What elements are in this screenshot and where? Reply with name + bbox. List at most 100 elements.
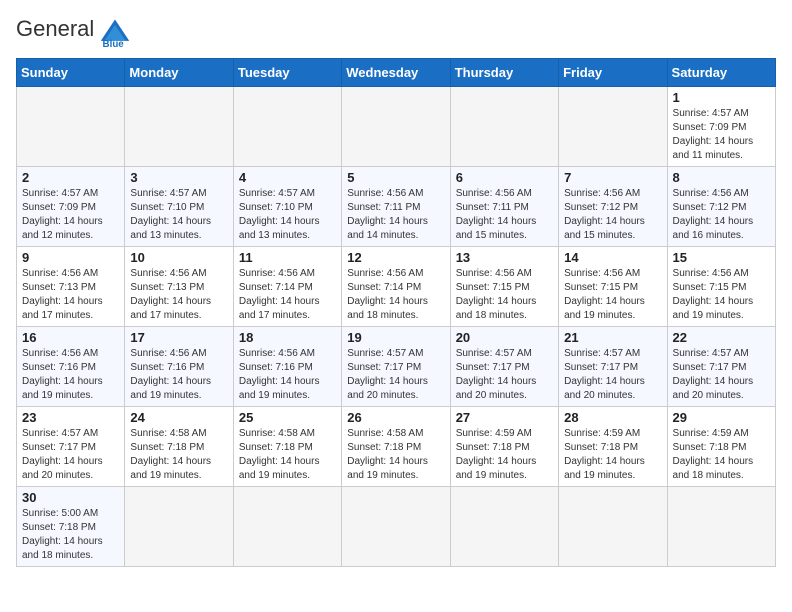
calendar-cell: 27Sunrise: 4:59 AMSunset: 7:18 PMDayligh… (450, 407, 558, 487)
calendar-cell: 5 Sunrise: 4:56 AMSunset: 7:11 PMDaylight… (342, 167, 450, 247)
day-number: 23 (22, 410, 119, 425)
day-info: Sunrise: 4:57 AMSunset: 7:17 PMDaylight:… (347, 347, 444, 403)
day-info: Sunrise: 4:56 AMSunset: 7:14 PMDaylight:… (239, 267, 336, 323)
calendar-cell (450, 87, 558, 167)
day-number: 22 (673, 330, 770, 345)
day-info: Sunrise: 4:56 AMSunset: 7:12 PMDaylight:… (564, 187, 661, 243)
day-info: Sunrise: 4:56 AMSunset: 7:16 PMDaylight:… (239, 347, 336, 403)
day-info: Sunrise: 4:57 AMSunset: 7:17 PMDaylight:… (456, 347, 553, 403)
calendar-cell: 1Sunrise: 4:57 AMSunset: 7:09 PMDaylight… (667, 87, 775, 167)
day-info: Sunrise: 4:57 AMSunset: 7:17 PMDaylight:… (564, 347, 661, 403)
day-info: Sunrise: 4:57 AMSunset: 7:17 PMDaylight:… (673, 347, 770, 403)
calendar-cell (17, 87, 125, 167)
day-info: Sunrise: 4:57 AMSunset: 7:17 PMDaylight:… (22, 427, 119, 483)
day-info: Sunrise: 4:58 AMSunset: 7:18 PMDaylight:… (239, 427, 336, 483)
calendar-cell: 6Sunrise: 4:56 AMSunset: 7:11 PMDaylight… (450, 167, 558, 247)
calendar-cell: 13Sunrise: 4:56 AMSunset: 7:15 PMDayligh… (450, 247, 558, 327)
day-info: Sunrise: 4:57 AMSunset: 7:10 PMDaylight:… (130, 187, 227, 243)
day-info: Sunrise: 4:56 AMSunset: 7:12 PMDaylight:… (673, 187, 770, 243)
calendar-cell: 3Sunrise: 4:57 AMSunset: 7:10 PMDaylight… (125, 167, 233, 247)
day-info: Sunrise: 4:56 AMSunset: 7:15 PMDaylight:… (673, 267, 770, 323)
day-info: Sunrise: 4:57 AMSunset: 7:09 PMDaylight:… (22, 187, 119, 243)
day-number: 1 (673, 90, 770, 105)
calendar-cell: 18 Sunrise: 4:56 AMSunset: 7:16 PMDayligh… (233, 327, 341, 407)
calendar-cell (559, 487, 667, 567)
calendar-cell: 24Sunrise: 4:58 AMSunset: 7:18 PMDayligh… (125, 407, 233, 487)
calendar-week-4: 16 Sunrise: 4:56 AMSunset: 7:16 PMDayligh… (17, 327, 776, 407)
day-number: 13 (456, 250, 553, 265)
calendar-cell: 8 Sunrise: 4:56 AMSunset: 7:12 PMDaylight… (667, 167, 775, 247)
calendar-cell: 28 Sunrise: 4:59 AMSunset: 7:18 PMDayligh… (559, 407, 667, 487)
weekday-sunday: Sunday (17, 59, 125, 87)
day-info: Sunrise: 5:00 AMSunset: 7:18 PMDaylight:… (22, 507, 119, 563)
calendar-cell (667, 487, 775, 567)
calendar-cell: 11 Sunrise: 4:56 AMSunset: 7:14 PMDayligh… (233, 247, 341, 327)
day-number: 10 (130, 250, 227, 265)
day-number: 7 (564, 170, 661, 185)
weekday-thursday: Thursday (450, 59, 558, 87)
weekday-friday: Friday (559, 59, 667, 87)
day-number: 19 (347, 330, 444, 345)
calendar-week-5: 23 Sunrise: 4:57 AMSunset: 7:17 PMDayligh… (17, 407, 776, 487)
logo-icon: Blue (99, 16, 131, 48)
day-number: 18 (239, 330, 336, 345)
calendar-table: SundayMondayTuesdayWednesdayThursdayFrid… (16, 58, 776, 567)
day-number: 14 (564, 250, 661, 265)
weekday-saturday: Saturday (667, 59, 775, 87)
calendar-cell: 23 Sunrise: 4:57 AMSunset: 7:17 PMDayligh… (17, 407, 125, 487)
calendar-cell: 15 Sunrise: 4:56 AMSunset: 7:15 PMDayligh… (667, 247, 775, 327)
calendar-cell (125, 87, 233, 167)
day-info: Sunrise: 4:59 AMSunset: 7:18 PMDaylight:… (564, 427, 661, 483)
day-info: Sunrise: 4:58 AMSunset: 7:18 PMDaylight:… (347, 427, 444, 483)
calendar-week-3: 9Sunrise: 4:56 AMSunset: 7:13 PMDaylight… (17, 247, 776, 327)
day-info: Sunrise: 4:56 AMSunset: 7:16 PMDaylight:… (130, 347, 227, 403)
calendar-week-6: 30 Sunrise: 5:00 AMSunset: 7:18 PMDayligh… (17, 487, 776, 567)
calendar-cell: 10 Sunrise: 4:56 AMSunset: 7:13 PMDayligh… (125, 247, 233, 327)
calendar-cell: 22 Sunrise: 4:57 AMSunset: 7:17 PMDayligh… (667, 327, 775, 407)
day-number: 28 (564, 410, 661, 425)
calendar-cell (342, 487, 450, 567)
day-info: Sunrise: 4:56 AMSunset: 7:13 PMDaylight:… (130, 267, 227, 323)
day-number: 5 (347, 170, 444, 185)
calendar-cell: 16Sunrise: 4:56 AMSunset: 7:16 PMDayligh… (17, 327, 125, 407)
calendar-cell (233, 87, 341, 167)
calendar-cell: 26 Sunrise: 4:58 AMSunset: 7:18 PMDayligh… (342, 407, 450, 487)
day-number: 12 (347, 250, 444, 265)
day-number: 24 (130, 410, 227, 425)
logo-text: General (16, 16, 94, 41)
weekday-tuesday: Tuesday (233, 59, 341, 87)
day-number: 11 (239, 250, 336, 265)
day-number: 15 (673, 250, 770, 265)
day-info: Sunrise: 4:59 AMSunset: 7:18 PMDaylight:… (456, 427, 553, 483)
weekday-header-row: SundayMondayTuesdayWednesdayThursdayFrid… (17, 59, 776, 87)
day-number: 30 (22, 490, 119, 505)
calendar-week-1: 1Sunrise: 4:57 AMSunset: 7:09 PMDaylight… (17, 87, 776, 167)
day-number: 8 (673, 170, 770, 185)
header: General Blue (16, 16, 776, 48)
calendar-cell: 29Sunrise: 4:59 AMSunset: 7:18 PMDayligh… (667, 407, 775, 487)
day-number: 20 (456, 330, 553, 345)
calendar-cell: 7 Sunrise: 4:56 AMSunset: 7:12 PMDaylight… (559, 167, 667, 247)
day-number: 6 (456, 170, 553, 185)
calendar-cell: 12 Sunrise: 4:56 AMSunset: 7:14 PMDayligh… (342, 247, 450, 327)
day-number: 2 (22, 170, 119, 185)
day-info: Sunrise: 4:56 AMSunset: 7:13 PMDaylight:… (22, 267, 119, 323)
day-info: Sunrise: 4:56 AMSunset: 7:14 PMDaylight:… (347, 267, 444, 323)
calendar-cell: 21Sunrise: 4:57 AMSunset: 7:17 PMDayligh… (559, 327, 667, 407)
day-number: 25 (239, 410, 336, 425)
calendar-week-2: 2 Sunrise: 4:57 AMSunset: 7:09 PMDaylight… (17, 167, 776, 247)
calendar-cell (342, 87, 450, 167)
page: General Blue SundayMondayTuesdayWednesda… (0, 0, 792, 577)
calendar-cell: 20 Sunrise: 4:57 AMSunset: 7:17 PMDayligh… (450, 327, 558, 407)
calendar-cell: 25 Sunrise: 4:58 AMSunset: 7:18 PMDayligh… (233, 407, 341, 487)
day-number: 16 (22, 330, 119, 345)
calendar-cell (450, 487, 558, 567)
day-info: Sunrise: 4:59 AMSunset: 7:18 PMDaylight:… (673, 427, 770, 483)
day-info: Sunrise: 4:56 AMSunset: 7:15 PMDaylight:… (564, 267, 661, 323)
day-info: Sunrise: 4:57 AMSunset: 7:10 PMDaylight:… (239, 187, 336, 243)
weekday-monday: Monday (125, 59, 233, 87)
calendar-cell: 19 Sunrise: 4:57 AMSunset: 7:17 PMDayligh… (342, 327, 450, 407)
day-info: Sunrise: 4:56 AMSunset: 7:11 PMDaylight:… (347, 187, 444, 243)
calendar-cell (233, 487, 341, 567)
day-number: 26 (347, 410, 444, 425)
